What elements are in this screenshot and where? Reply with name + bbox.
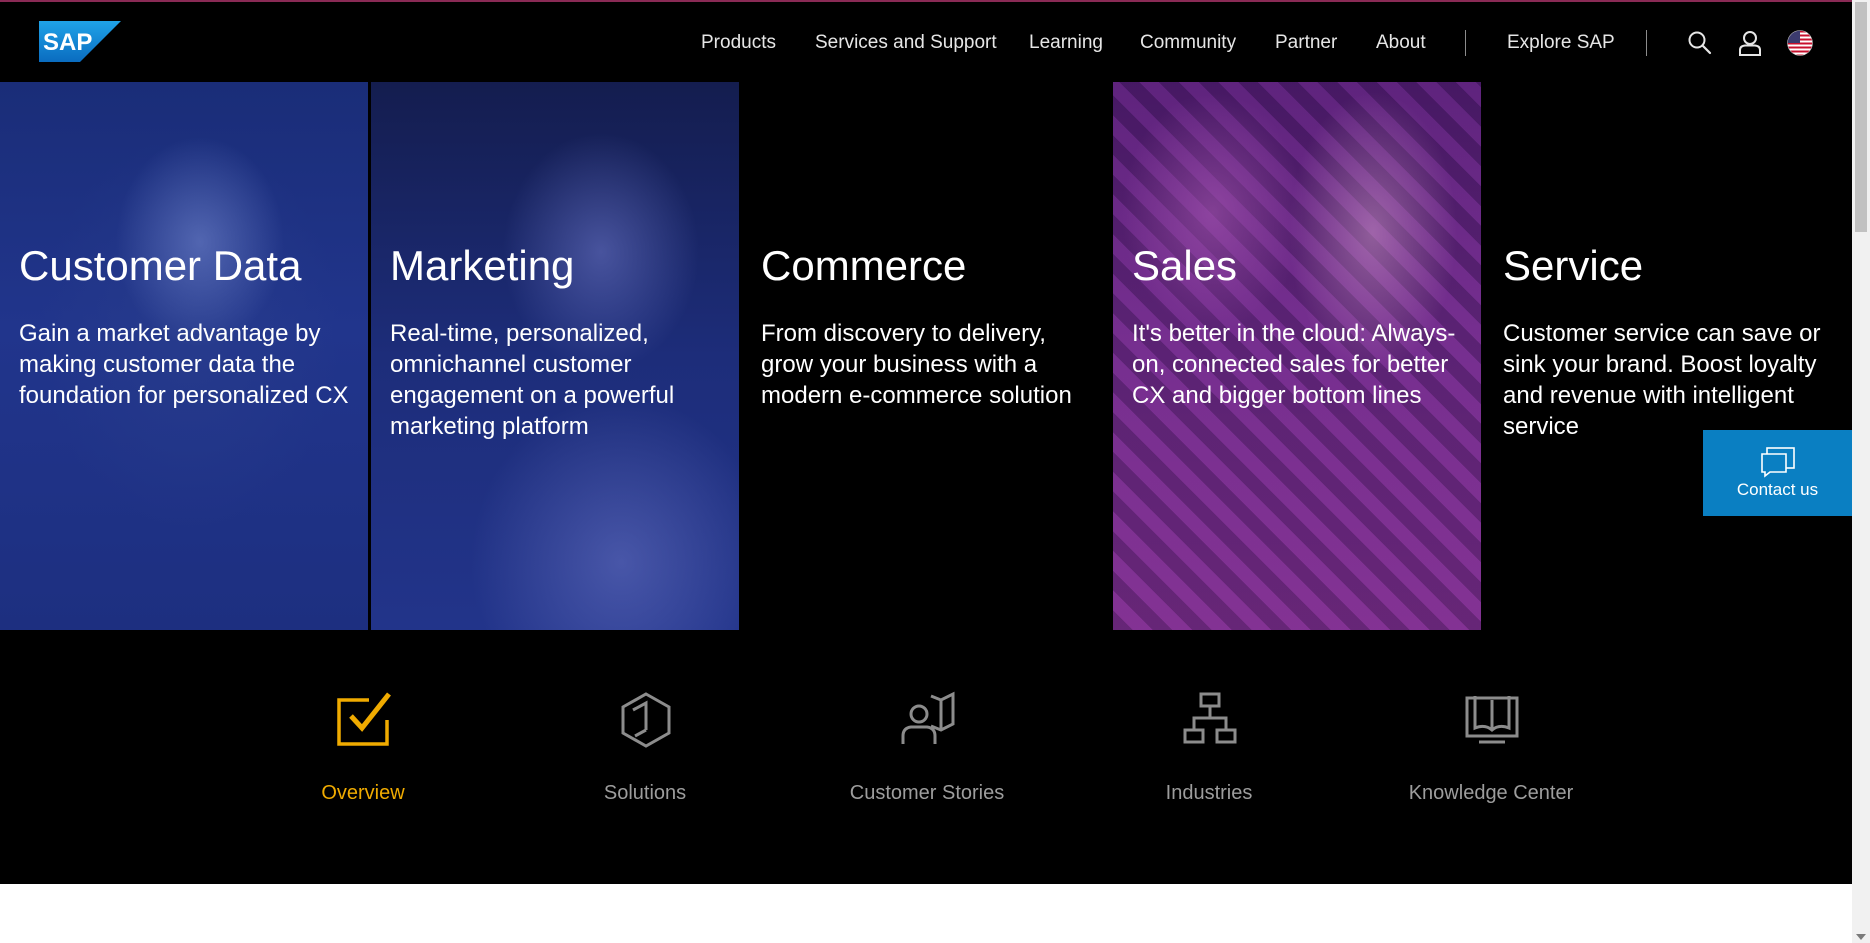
- subnav-label: Overview: [321, 782, 405, 804]
- subnav-label: Solutions: [603, 782, 687, 804]
- main-nav: Products Services and Support Learning C…: [0, 2, 1852, 84]
- open-book-icon: [1465, 696, 1519, 744]
- tile-description: Real-time, personalized, omnichannel cus…: [390, 320, 675, 440]
- tile-description: It's better in the cloud: Always-on, con…: [1132, 320, 1456, 409]
- subnav-label: Knowledge Center: [1408, 782, 1574, 804]
- nav-divider: [1646, 30, 1647, 56]
- checkbox-icon: [337, 692, 391, 746]
- subnav-knowledge-center[interactable]: Knowledge Center: [1381, 690, 1601, 830]
- tile-title: Customer Data: [19, 242, 302, 289]
- nav-partner[interactable]: Partner: [1275, 32, 1337, 54]
- tile-title: Service: [1503, 242, 1644, 289]
- subnav-label: Industries: [1165, 782, 1253, 804]
- subnav-customer-stories[interactable]: Customer Stories: [817, 690, 1037, 830]
- user-book-icon: [901, 691, 955, 744]
- page: SAP Products Services and Support Learni…: [0, 0, 1852, 943]
- chat-icon: [1761, 447, 1795, 478]
- tile-title: Sales: [1132, 242, 1238, 289]
- subnav-solutions[interactable]: Solutions: [535, 690, 755, 830]
- tile-description: Gain a market advantage by making custom…: [19, 320, 349, 409]
- cube-icon: [621, 692, 671, 748]
- tile-description: Customer service can save or sink your b…: [1503, 320, 1821, 440]
- nav-community[interactable]: Community: [1140, 32, 1236, 54]
- tile-description: From discovery to delivery, grow your bu…: [761, 320, 1072, 409]
- contact-us-label: Contact us: [1736, 480, 1819, 499]
- section-subnav: Overview Solutions Customer Stories Indu…: [0, 630, 1852, 884]
- nav-explore-sap[interactable]: Explore SAP: [1507, 32, 1615, 54]
- nav-about[interactable]: About: [1376, 32, 1426, 54]
- nav-services-and-support[interactable]: Services and Support: [815, 32, 997, 54]
- contact-us-button[interactable]: Contact us: [1703, 430, 1852, 516]
- user-icon[interactable]: [1736, 29, 1764, 57]
- tile-customer-data[interactable]: Customer Data Gain a market advantage by…: [0, 82, 368, 630]
- scrollbar-thumb[interactable]: [1855, 2, 1867, 232]
- tile-sales[interactable]: Sales It's better in the cloud: Always-o…: [1113, 82, 1481, 630]
- nav-products[interactable]: Products: [701, 32, 776, 54]
- vertical-scrollbar[interactable]: [1852, 0, 1870, 943]
- tile-title: Marketing: [390, 242, 575, 289]
- hero-tiles: Customer Data Gain a market advantage by…: [0, 82, 1852, 630]
- tile-commerce[interactable]: Commerce From discovery to delivery, gro…: [742, 82, 1113, 630]
- top-navigation-bar: SAP Products Services and Support Learni…: [0, 0, 1852, 82]
- nav-learning[interactable]: Learning: [1029, 32, 1103, 54]
- search-icon[interactable]: [1686, 29, 1714, 57]
- scroll-down-arrow-icon[interactable]: [1856, 934, 1866, 940]
- tile-service[interactable]: Service Customer service can save or sin…: [1484, 82, 1852, 630]
- tile-marketing[interactable]: Marketing Real-time, personalized, omnic…: [371, 82, 739, 630]
- subnav-industries[interactable]: Industries: [1099, 690, 1319, 830]
- nav-divider: [1465, 30, 1466, 56]
- subnav-label: Customer Stories: [849, 782, 1005, 804]
- tile-title: Commerce: [761, 242, 967, 289]
- us-flag-icon[interactable]: [1786, 29, 1814, 57]
- hierarchy-icon: [1183, 692, 1237, 744]
- subnav-overview[interactable]: Overview: [253, 690, 473, 830]
